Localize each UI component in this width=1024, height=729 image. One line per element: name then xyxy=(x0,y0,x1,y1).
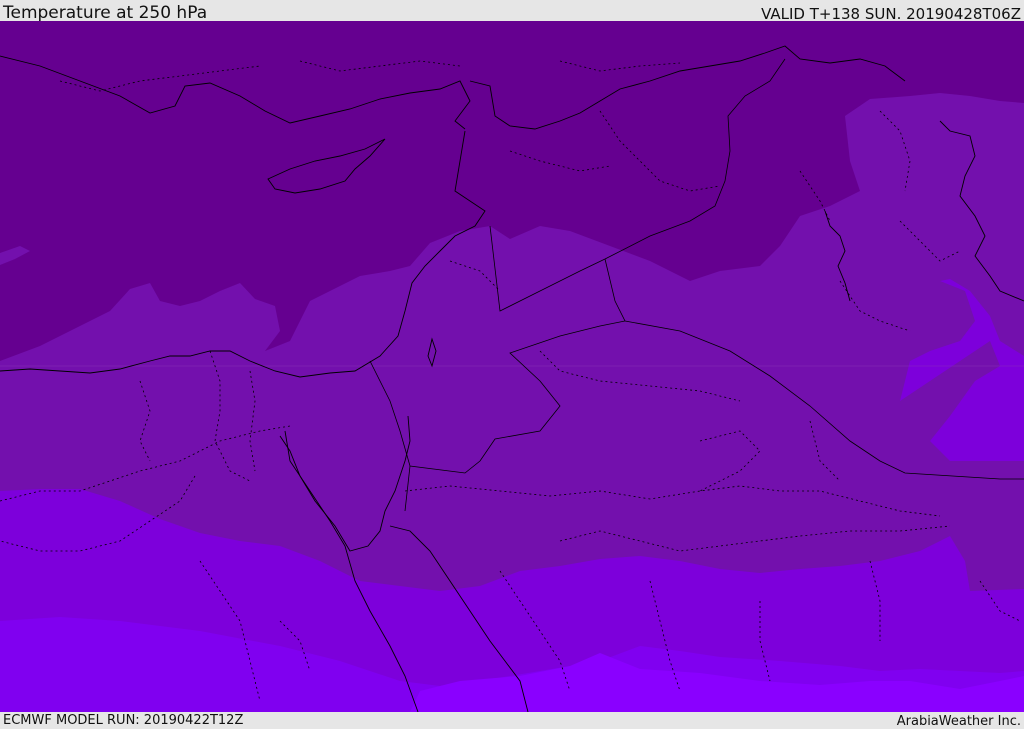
header-bar: Temperature at 250 hPa VALID T+138 SUN. … xyxy=(0,0,1024,23)
model-run-label: ECMWF MODEL RUN: 20190422T12Z xyxy=(3,713,244,728)
map-figure: Temperature at 250 hPa VALID T+138 SUN. … xyxy=(0,0,1024,729)
map-canvas xyxy=(0,21,1024,712)
credit-label: ArabiaWeather Inc. xyxy=(896,714,1021,729)
map-area xyxy=(0,21,1024,712)
footer-bar: ECMWF MODEL RUN: 20190422T12Z ArabiaWeat… xyxy=(0,712,1024,729)
map-title: Temperature at 250 hPa xyxy=(3,3,208,23)
